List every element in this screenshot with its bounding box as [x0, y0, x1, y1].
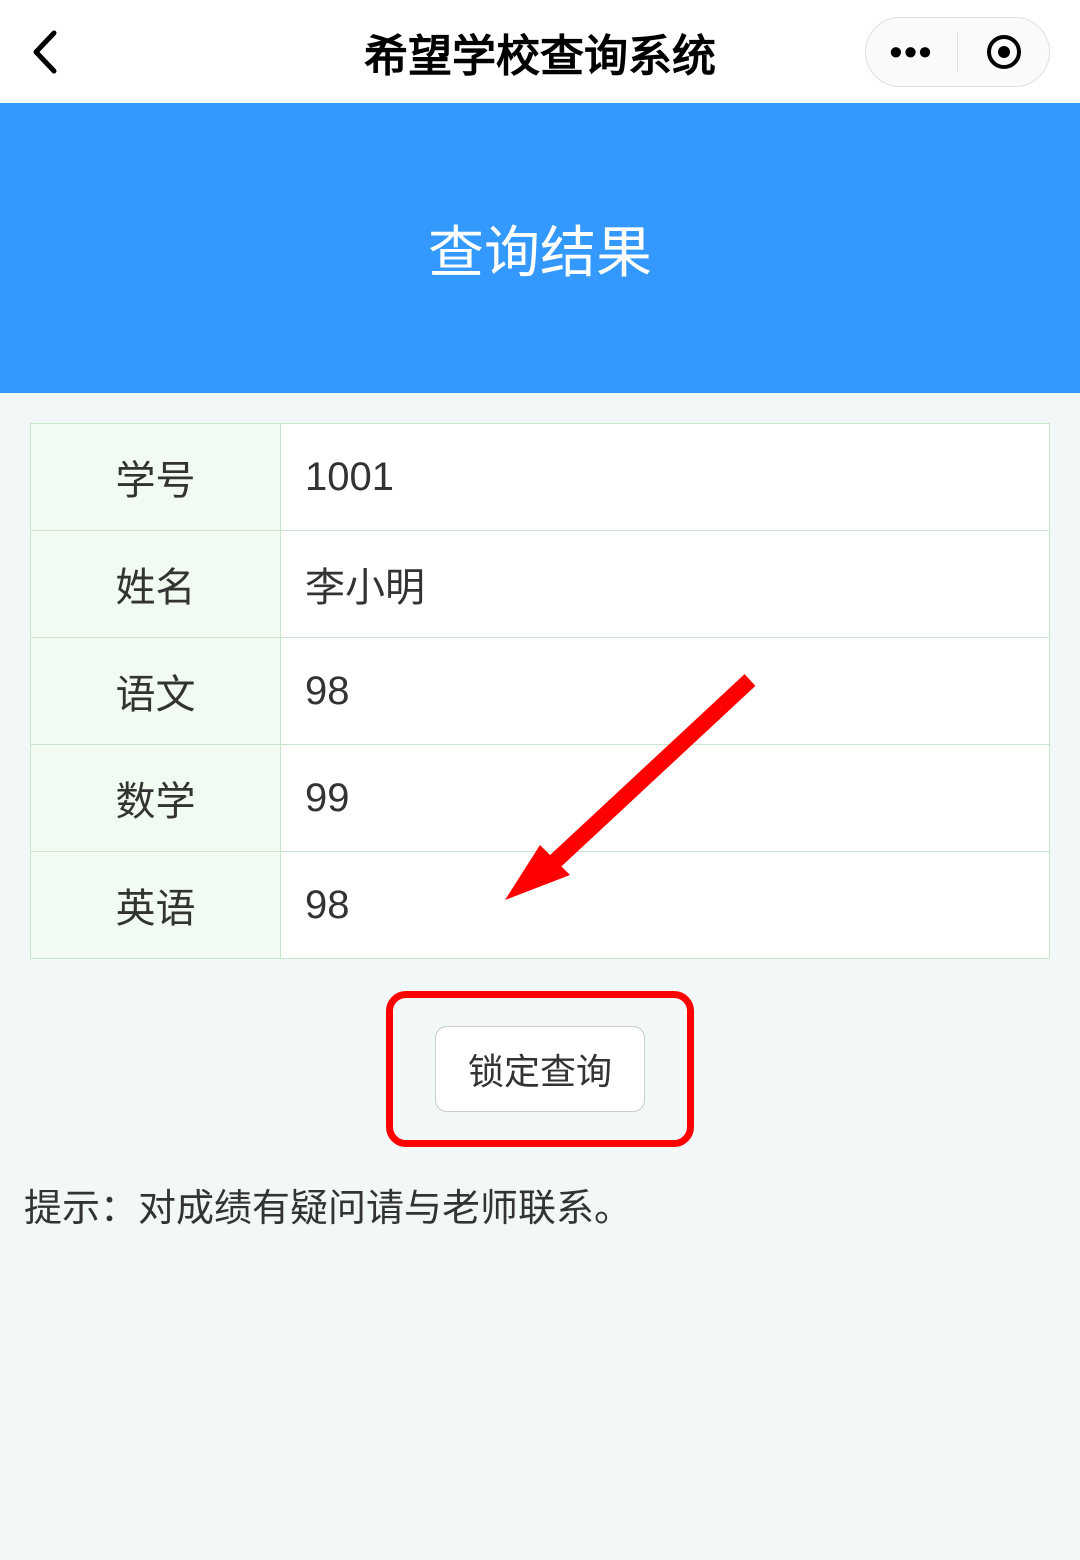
hint-text: 提示：对成绩有疑问请与老师联系。	[24, 1177, 1050, 1232]
button-container: 锁定查询	[30, 991, 1050, 1147]
banner: 查询结果	[0, 103, 1080, 393]
row-label: 英语	[31, 852, 281, 959]
miniprogram-capsule: •••	[865, 17, 1050, 87]
navigation-header: 希望学校查询系统 •••	[0, 0, 1080, 103]
page-title: 希望学校查询系统	[364, 20, 716, 84]
row-value: 1001	[281, 424, 1050, 531]
result-table: 学号 1001 姓名 李小明 语文 98 数学 99 英语 98	[30, 423, 1050, 959]
annotation-highlight-box: 锁定查询	[386, 991, 694, 1147]
row-label: 学号	[31, 424, 281, 531]
row-label: 姓名	[31, 531, 281, 638]
lock-query-button[interactable]: 锁定查询	[435, 1026, 645, 1112]
content-area: 学号 1001 姓名 李小明 语文 98 数学 99 英语 98 锁定查询 提示…	[0, 393, 1080, 1232]
table-row: 语文 98	[31, 638, 1050, 745]
row-label: 数学	[31, 745, 281, 852]
banner-title: 查询结果	[428, 208, 652, 289]
row-value: 99	[281, 745, 1050, 852]
back-icon[interactable]	[30, 27, 60, 77]
table-row: 学号 1001	[31, 424, 1050, 531]
row-value: 98	[281, 852, 1050, 959]
more-icon[interactable]: •••	[866, 31, 957, 73]
row-value: 李小明	[281, 531, 1050, 638]
table-row: 英语 98	[31, 852, 1050, 959]
row-value: 98	[281, 638, 1050, 745]
row-label: 语文	[31, 638, 281, 745]
table-row: 姓名 李小明	[31, 531, 1050, 638]
target-icon[interactable]	[958, 34, 1049, 70]
table-row: 数学 99	[31, 745, 1050, 852]
